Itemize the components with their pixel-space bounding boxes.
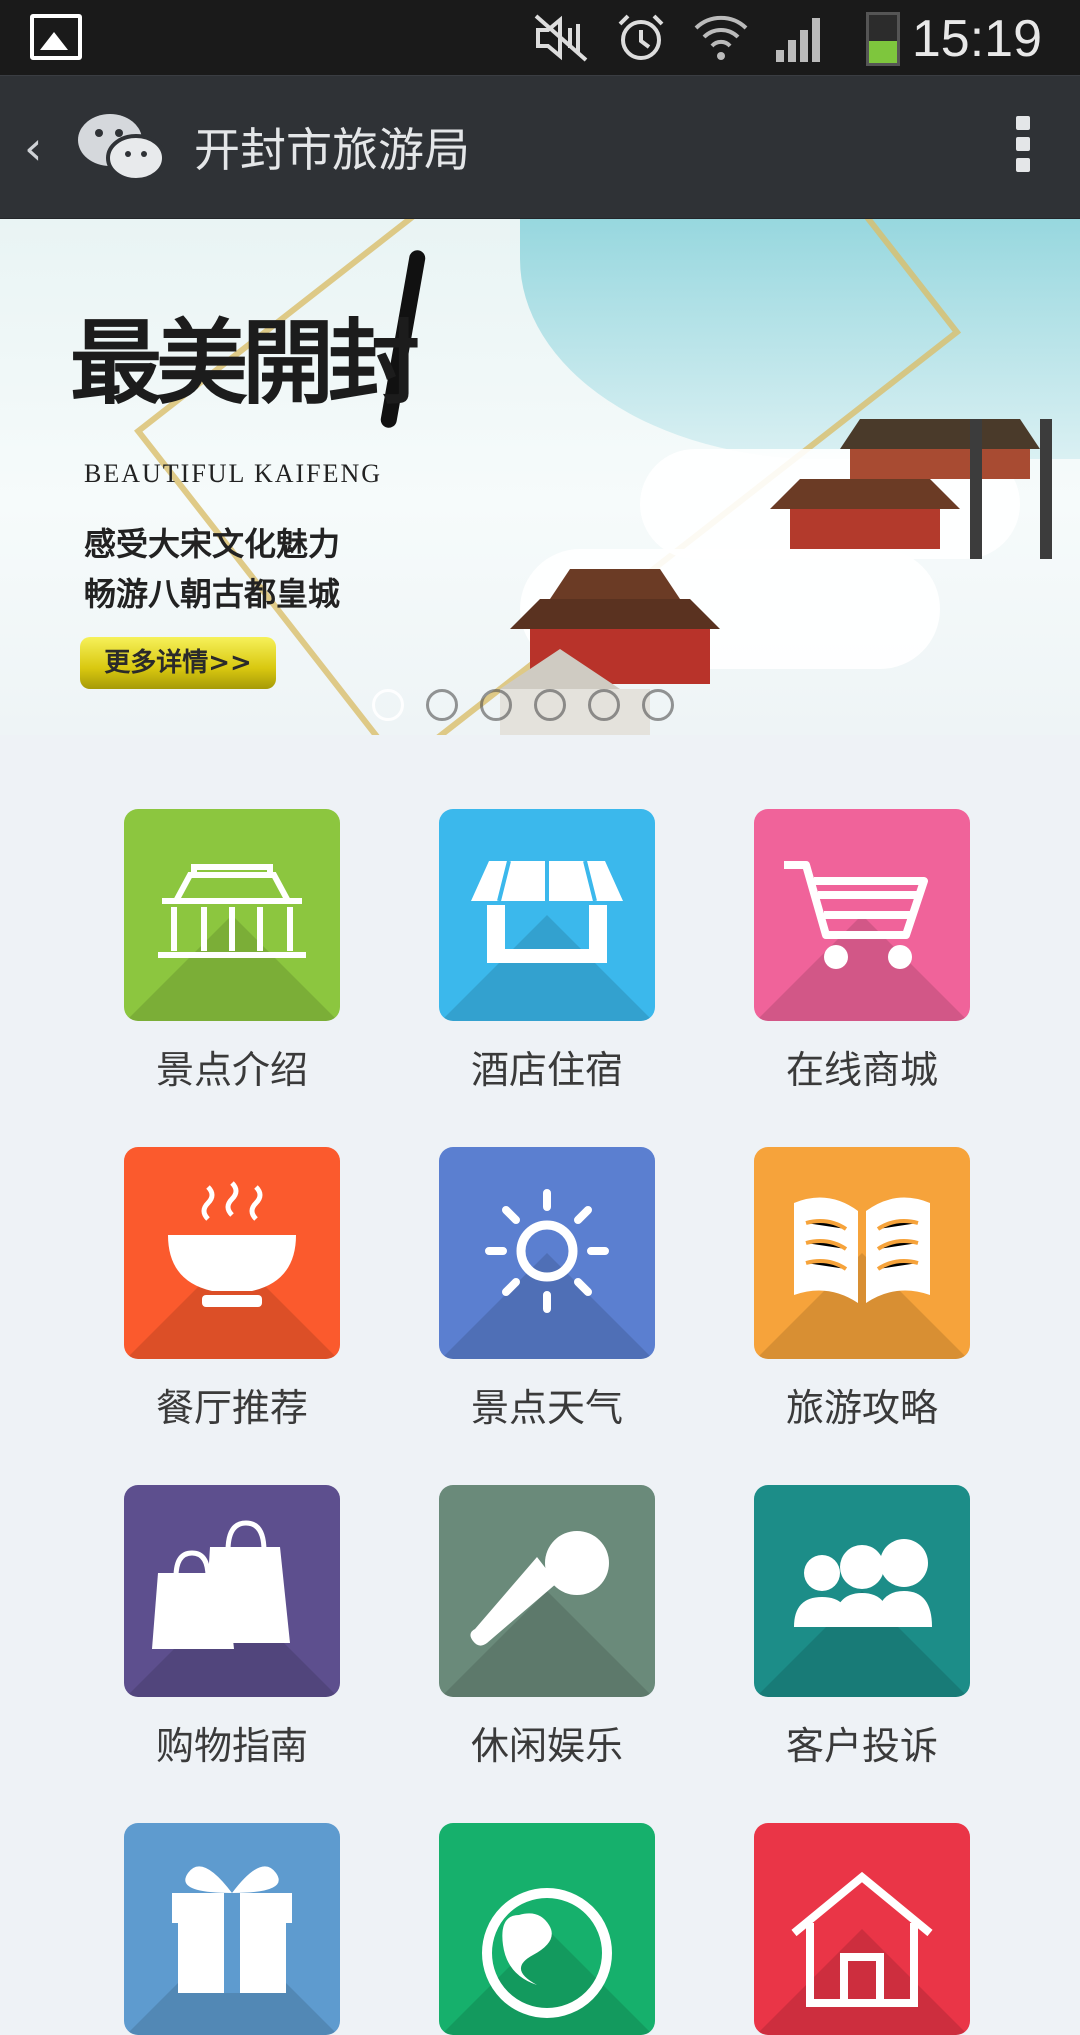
- carousel-dot[interactable]: [642, 689, 674, 721]
- more-dot-icon: [1016, 158, 1030, 172]
- store-icon: [471, 860, 623, 963]
- menu-tile[interactable]: [754, 1823, 970, 2035]
- carousel-dot[interactable]: [588, 689, 620, 721]
- menu-tile-icon-box[interactable]: [754, 1147, 970, 1359]
- carousel-dot[interactable]: [372, 689, 404, 721]
- menu-tile-icon-box[interactable]: [439, 1485, 655, 1697]
- menu-tile-label: 客户投诉: [785, 1724, 938, 1768]
- menu-tile-icon-box[interactable]: [124, 1823, 340, 2035]
- back-button[interactable]: ‹: [24, 121, 42, 175]
- more-menu-button[interactable]: [1012, 116, 1034, 176]
- menu-tile-label: 购物指南: [155, 1724, 308, 1768]
- book-icon: [794, 1197, 930, 1303]
- page-title: 开封市旅游局: [194, 123, 470, 177]
- banner-architecture: [500, 419, 1052, 735]
- menu-tile-label: 景点介绍: [155, 1048, 308, 1092]
- shopping-bags-icon: [152, 1520, 290, 1649]
- banner-slogan-2: 畅游八朝古都皇城: [84, 575, 341, 613]
- menu-tile-icon-box[interactable]: [124, 1147, 340, 1359]
- menu-tile-label: 景点天气: [470, 1386, 623, 1430]
- carousel-dot[interactable]: [426, 689, 458, 721]
- menu-tile[interactable]: 购物指南: [124, 1485, 340, 1770]
- temple-icon: [158, 864, 306, 958]
- title-bar: ‹ 开封市旅游局: [0, 75, 1080, 220]
- menu-tile-label: 餐厅推荐: [155, 1386, 308, 1430]
- menu-tile[interactable]: 酒店住宿: [439, 809, 655, 1094]
- menu-tile[interactable]: 客户投诉: [754, 1485, 970, 1770]
- wifi-icon: [694, 15, 748, 60]
- status-bar: 15:19: [0, 0, 1080, 75]
- wechat-icon: [78, 114, 166, 182]
- menu-tile[interactable]: 在线商城: [754, 809, 970, 1094]
- banner-logo: 最美開封: [70, 309, 420, 417]
- menu-tile-label: 在线商城: [785, 1048, 938, 1092]
- gallery-icon: [30, 14, 82, 60]
- battery-icon: [866, 12, 900, 66]
- carousel-dot[interactable]: [534, 689, 566, 721]
- menu-tile-icon-box[interactable]: [124, 1485, 340, 1697]
- menu-tile[interactable]: 景点介绍: [124, 809, 340, 1094]
- mute-icon: [534, 14, 588, 62]
- status-time: 15:19: [911, 10, 1042, 68]
- menu-tile[interactable]: [439, 1823, 655, 2035]
- group-icon: [794, 1539, 932, 1627]
- alarm-icon: [618, 14, 664, 60]
- menu-tile-icon-box[interactable]: [439, 1147, 655, 1359]
- promo-banner[interactable]: 最美開封 BEAUTIFUL KAIFENG 感受大宋文化魅力 畅游八朝古都皇城…: [0, 219, 1080, 735]
- menu-tile-icon-box[interactable]: [439, 1823, 655, 2035]
- menu-tile-label: 酒店住宿: [470, 1048, 623, 1092]
- menu-tile-label: 旅游攻略: [785, 1386, 938, 1430]
- microphone-icon: [470, 1531, 609, 1646]
- cart-icon: [784, 861, 928, 969]
- menu-tile-icon-box[interactable]: [754, 1485, 970, 1697]
- menu-tile[interactable]: 休闲娱乐: [439, 1485, 655, 1770]
- sun-icon: [485, 1189, 609, 1313]
- signal-icon: [776, 18, 820, 62]
- more-details-button[interactable]: 更多详情>>: [80, 637, 276, 689]
- menu-tile[interactable]: 旅游攻略: [754, 1147, 970, 1432]
- menu-tile[interactable]: [124, 1823, 340, 2035]
- carousel-dot[interactable]: [480, 689, 512, 721]
- banner-slogan-1: 感受大宋文化魅力: [84, 525, 341, 563]
- menu-tile-icon-box[interactable]: [754, 1823, 970, 2035]
- menu-tile-icon-box[interactable]: [754, 809, 970, 1021]
- gift-icon: [172, 1866, 292, 1993]
- house-icon: [791, 1871, 933, 2007]
- globe-icon: [482, 1888, 612, 2018]
- carousel-indicator[interactable]: [372, 689, 674, 721]
- menu-tile-icon-box[interactable]: [124, 809, 340, 1021]
- bowl-icon: [168, 1181, 296, 1307]
- banner-subtitle: BEAUTIFUL KAIFENG: [84, 459, 383, 488]
- menu-tile-label: 休闲娱乐: [470, 1724, 623, 1768]
- more-dot-icon: [1016, 116, 1030, 130]
- more-dot-icon: [1016, 137, 1030, 151]
- menu-tile[interactable]: 景点天气: [439, 1147, 655, 1432]
- menu-tile[interactable]: 餐厅推荐: [124, 1147, 340, 1432]
- menu-tile-icon-box[interactable]: [439, 809, 655, 1021]
